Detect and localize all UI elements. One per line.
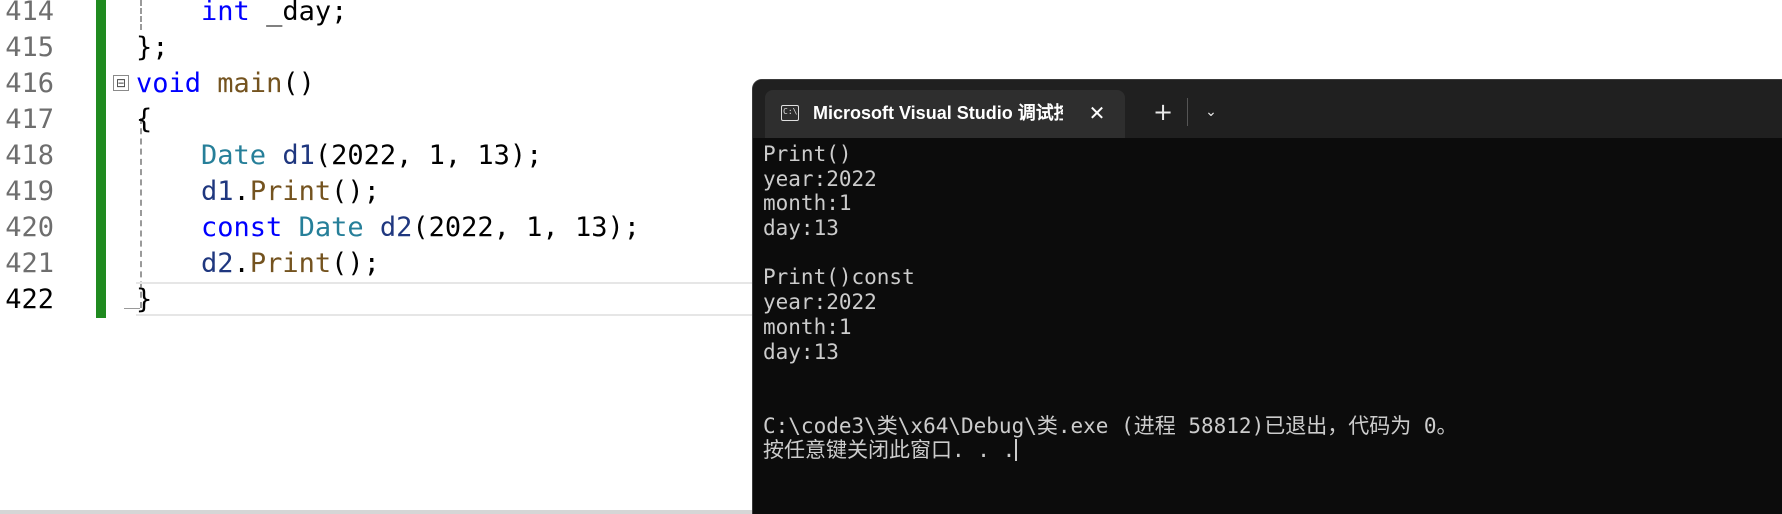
console-line: year:2022 bbox=[763, 167, 1782, 192]
console-line: year:2022 bbox=[763, 290, 1782, 315]
horizontal-scrollbar[interactable] bbox=[0, 510, 760, 514]
code-token: d2 bbox=[201, 248, 234, 279]
code-token: _day; bbox=[249, 0, 348, 27]
chevron-down-icon[interactable]: ⌄ bbox=[1193, 90, 1229, 134]
code-text: void main() bbox=[136, 66, 315, 102]
console-line: C:\code3\类\x64\Debug\类.exe (进程 58812)已退出… bbox=[763, 414, 1782, 439]
console-line-text: day:13 bbox=[763, 339, 839, 364]
console-line-text: year:2022 bbox=[763, 290, 877, 315]
code-token: }; bbox=[136, 32, 169, 63]
console-line-text: day:13 bbox=[763, 216, 839, 241]
console-line-text: C:\code3\类\x64\Debug\类.exe (进程 58812)已退出… bbox=[763, 413, 1458, 438]
tab-title: Microsoft Visual Studio 调试控制台 bbox=[813, 103, 1063, 123]
code-token: d2 bbox=[379, 212, 413, 243]
terminal-icon: C:\ bbox=[781, 105, 799, 121]
line-number: 419 bbox=[5, 176, 54, 207]
console-line: 按任意键关闭此窗口. . . bbox=[763, 438, 1782, 463]
console-output[interactable]: Print() year:2022 month:1 day:13 Print()cons… bbox=[763, 142, 1782, 463]
console-line: Print() bbox=[763, 142, 1782, 167]
console-line: day:13 bbox=[763, 340, 1782, 365]
tab-bar: C:\ Microsoft Visual Studio 调试控制台 ✕ + ⌄ bbox=[753, 80, 1782, 138]
line-number: 415 bbox=[5, 32, 54, 63]
console-line: Print()const bbox=[763, 265, 1782, 290]
new-tab-button[interactable]: + bbox=[1145, 90, 1181, 134]
code-token: . bbox=[233, 176, 250, 207]
tab-divider bbox=[1187, 98, 1188, 126]
code-token: main bbox=[217, 68, 283, 99]
code-token: Date bbox=[201, 140, 267, 171]
code-token: } bbox=[136, 284, 153, 315]
code-text: d1.Print(); bbox=[136, 174, 380, 210]
console-line-text: month:1 bbox=[763, 191, 852, 216]
code-text: d2.Print(); bbox=[136, 246, 380, 282]
tab-debug-console[interactable]: C:\ Microsoft Visual Studio 调试控制台 ✕ bbox=[765, 90, 1125, 138]
console-line: day:13 bbox=[763, 216, 1782, 241]
code-text: int _day; bbox=[136, 0, 347, 30]
console-line-text: year:2022 bbox=[763, 166, 877, 191]
close-icon[interactable]: ✕ bbox=[1082, 90, 1112, 136]
code-token: Date bbox=[298, 212, 364, 243]
console-line: month:1 bbox=[763, 315, 1782, 340]
code-token: (); bbox=[331, 176, 380, 207]
code-line[interactable]: 415}; bbox=[0, 30, 1782, 66]
text-cursor bbox=[1015, 439, 1018, 462]
code-text: } bbox=[136, 282, 152, 318]
code-token: () bbox=[282, 68, 315, 99]
console-line-text: Print()const bbox=[763, 265, 915, 290]
code-token: { bbox=[136, 104, 153, 135]
line-number: 422 bbox=[5, 284, 54, 315]
code-token: int bbox=[201, 0, 250, 27]
line-number: 418 bbox=[5, 140, 54, 171]
code-token: . bbox=[233, 248, 250, 279]
line-number: 416 bbox=[5, 68, 54, 99]
code-token: d1 bbox=[201, 176, 234, 207]
code-token: void bbox=[136, 68, 202, 99]
line-number: 414 bbox=[5, 0, 54, 27]
code-token: (2022, 1, 13); bbox=[314, 140, 543, 171]
line-number: 417 bbox=[5, 104, 54, 135]
console-line-text: Print() bbox=[763, 142, 852, 166]
code-token: d1 bbox=[282, 140, 315, 171]
code-text: { bbox=[136, 102, 152, 138]
console-line-text: 按任意键关闭此窗口. . . bbox=[763, 438, 1016, 463]
console-line: month:1 bbox=[763, 191, 1782, 216]
code-text: }; bbox=[136, 30, 169, 66]
code-text: const Date d2(2022, 1, 13); bbox=[136, 210, 640, 246]
code-token: Print bbox=[249, 248, 332, 279]
code-token: (); bbox=[331, 248, 380, 279]
console-line-text: month:1 bbox=[763, 314, 852, 339]
line-number: 420 bbox=[5, 212, 54, 243]
console-window[interactable]: C:\ Microsoft Visual Studio 调试控制台 ✕ + ⌄ … bbox=[752, 79, 1782, 514]
code-token: (2022, 1, 13); bbox=[412, 212, 640, 243]
code-token: Print bbox=[249, 176, 332, 207]
line-number: 421 bbox=[5, 248, 54, 279]
code-token: const bbox=[201, 212, 283, 243]
code-text: Date d1(2022, 1, 13); bbox=[136, 138, 542, 174]
code-line[interactable]: 414 int _day; bbox=[0, 0, 1782, 30]
